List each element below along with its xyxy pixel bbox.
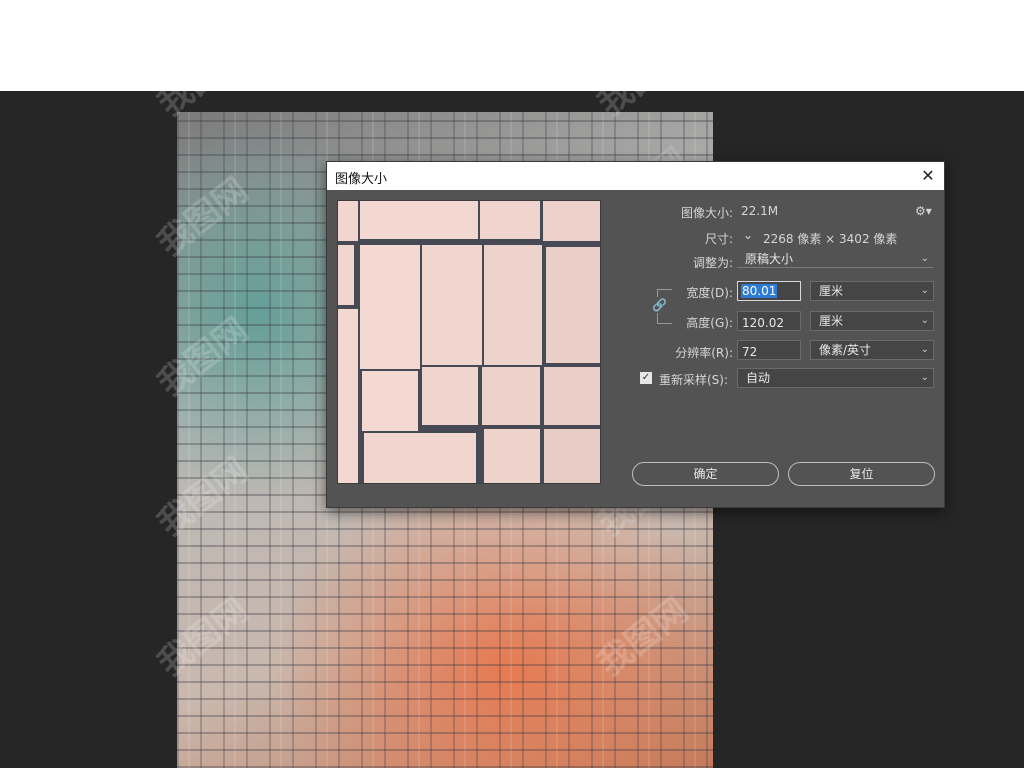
preview-tile xyxy=(338,245,354,305)
fit-to-value: 原稿大小 xyxy=(745,252,794,266)
preview-tile xyxy=(480,201,540,239)
resolution-field[interactable] xyxy=(738,343,800,361)
resample-select[interactable]: 自动 ⌄ xyxy=(737,368,934,388)
reset-button[interactable]: 复位 xyxy=(788,462,935,486)
dimensions-dropdown-icon[interactable]: ⌄ xyxy=(741,228,755,242)
resolution-unit-select[interactable]: 像素/英寸 ⌄ xyxy=(810,340,934,360)
preview-tile xyxy=(544,429,600,483)
preview-tile xyxy=(360,201,478,239)
resample-checkbox[interactable]: ✓ xyxy=(640,372,652,384)
preview-tile xyxy=(544,367,600,425)
fit-to-select[interactable]: 原稿大小 ⌄ xyxy=(737,252,933,268)
resolution-label: 分辨率(R): xyxy=(675,346,733,360)
image-size-value: 22.1M xyxy=(741,204,779,218)
resample-value: 自动 xyxy=(746,371,771,385)
preview-tile xyxy=(364,433,476,483)
resolution-input[interactable] xyxy=(737,340,801,361)
preview-tile xyxy=(360,245,420,369)
preview-tile xyxy=(484,429,540,483)
chevron-down-icon: ⌄ xyxy=(920,253,929,264)
height-unit-value: 厘米 xyxy=(819,314,844,328)
width-label: 宽度(D): xyxy=(686,286,733,300)
dialog-titlebar[interactable]: 图像大小 ✕ xyxy=(327,162,944,190)
preview-tile xyxy=(362,371,418,431)
preview-tile xyxy=(546,247,600,363)
resolution-unit-value: 像素/英寸 xyxy=(819,343,872,357)
preview-tile xyxy=(422,245,482,365)
chevron-down-icon: ⌄ xyxy=(920,285,929,296)
width-unit-value: 厘米 xyxy=(819,284,844,298)
preview-tile xyxy=(338,201,358,241)
gear-icon[interactable]: ⚙▾ xyxy=(915,204,933,218)
dimensions-label: 尺寸: xyxy=(704,232,733,246)
width-unit-select[interactable]: 厘米 ⌄ xyxy=(810,281,934,301)
height-input[interactable] xyxy=(737,311,801,332)
width-input[interactable]: 80.01 xyxy=(737,281,801,301)
image-preview[interactable] xyxy=(337,200,601,484)
preview-tile xyxy=(484,245,542,365)
image-size-dialog: 图像大小 ✕ 图像大小: 22.1M ⚙▾ 尺寸: ⌄ 2268 像素 × 34… xyxy=(326,161,945,508)
width-value: 80.01 xyxy=(741,284,778,298)
height-unit-select[interactable]: 厘米 ⌄ xyxy=(810,311,934,331)
ok-button[interactable]: 确定 xyxy=(632,462,779,486)
close-button[interactable]: ✕ xyxy=(918,166,938,186)
chevron-down-icon: ⌄ xyxy=(920,344,929,355)
dialog-title: 图像大小 xyxy=(335,172,388,187)
height-label: 高度(G): xyxy=(686,316,733,330)
chevron-down-icon: ⌄ xyxy=(920,315,929,326)
preview-tile xyxy=(422,367,478,425)
fit-to-label: 调整为: xyxy=(692,256,733,270)
dimensions-value: 2268 像素 × 3402 像素 xyxy=(763,232,898,246)
height-field[interactable] xyxy=(738,314,800,332)
preview-tile xyxy=(482,367,540,425)
preview-tile xyxy=(543,201,600,241)
preview-tile xyxy=(338,309,358,483)
chevron-down-icon: ⌄ xyxy=(920,372,929,383)
image-size-label: 图像大小: xyxy=(680,206,733,220)
resample-label: 重新采样(S): xyxy=(659,373,729,387)
